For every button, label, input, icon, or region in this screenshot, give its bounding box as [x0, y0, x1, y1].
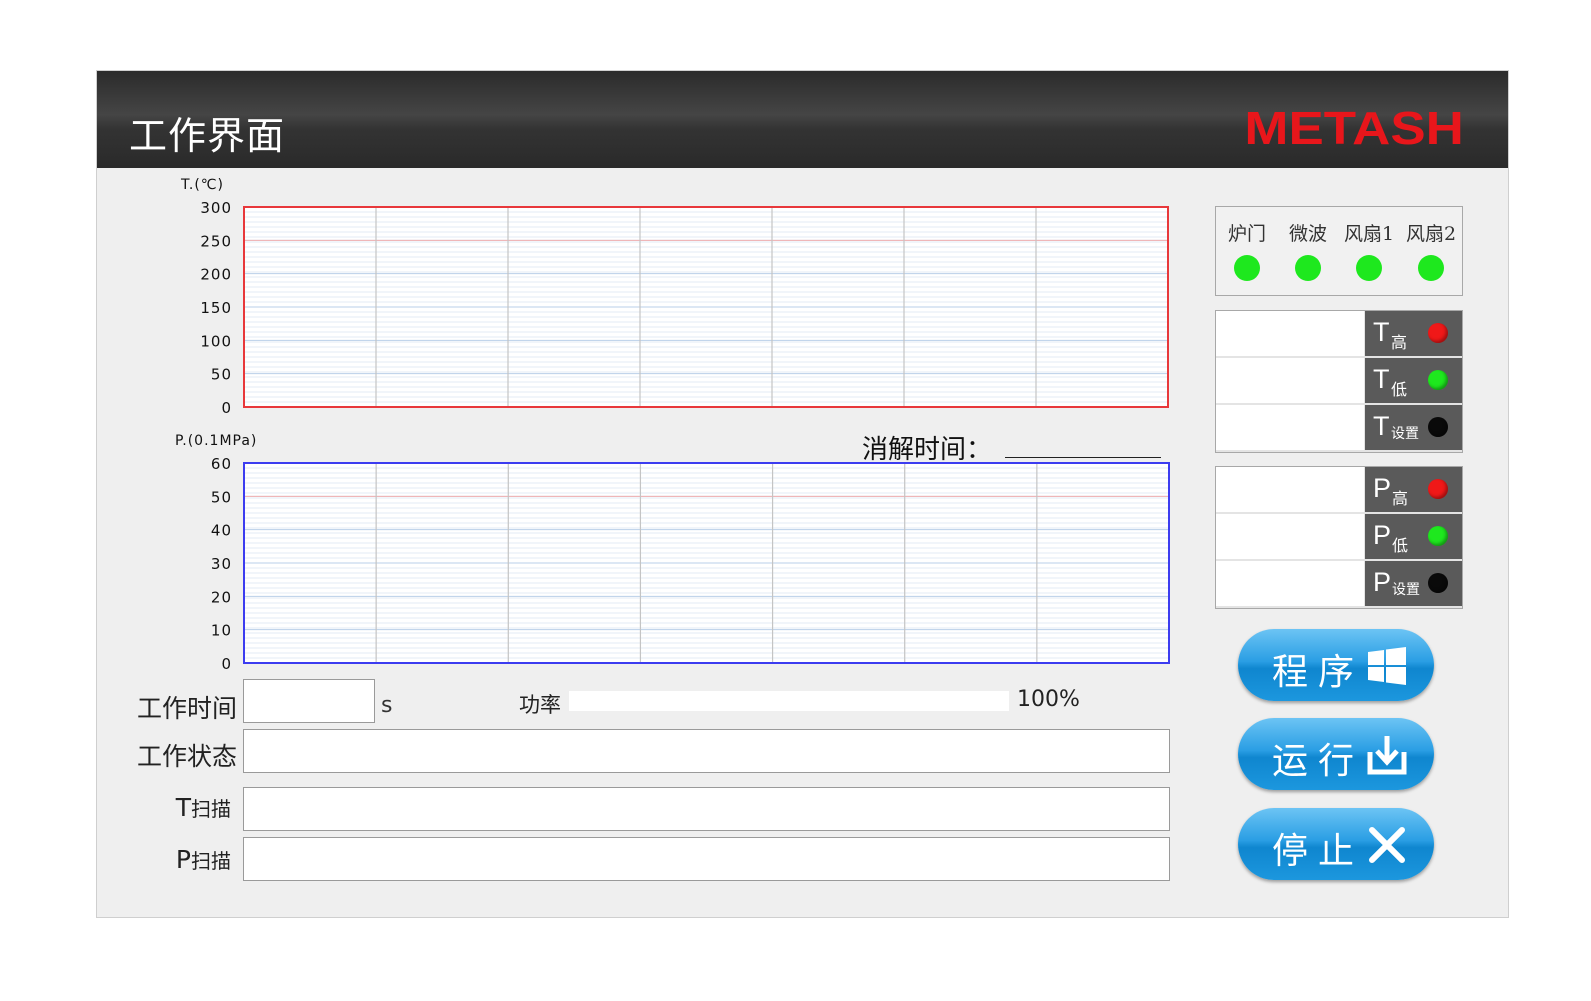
t-high-value[interactable]: [1216, 311, 1364, 356]
status-fan1-led-icon: [1356, 255, 1382, 281]
digest-time-label: 消解时间：: [862, 435, 993, 465]
status-indicator-panel: 炉门 微波 风扇1 风扇2: [1215, 206, 1463, 296]
t-high-tag: T 高: [1365, 311, 1462, 356]
p-high-value[interactable]: [1216, 467, 1364, 512]
work-panel: 工作界面 METASH 300 250 200 150 100 50 0 60 50 40 30 20…: [96, 70, 1509, 918]
t-high-sub: 高: [1391, 333, 1408, 352]
t-scan-label-main: T: [175, 793, 191, 822]
p-set-value[interactable]: [1216, 561, 1364, 606]
p-high-tag: P 高: [1365, 467, 1462, 512]
t-set-tag: T 设置: [1365, 405, 1462, 450]
temperature-tick-label: 300: [200, 199, 232, 217]
work-status-field: [243, 729, 1170, 773]
p-high-sub: 高: [1392, 489, 1409, 508]
program-button-label: 程序: [1272, 652, 1365, 693]
t-set-value[interactable]: [1216, 405, 1364, 450]
status-fan2-label: 风扇2: [1405, 223, 1457, 245]
status-microwave: 微波: [1277, 207, 1339, 295]
power-bar: [569, 691, 1009, 711]
param-row-p-set: P 设置: [1216, 561, 1462, 607]
t-low-led-icon: [1428, 370, 1448, 390]
status-door-led-icon: [1234, 255, 1260, 281]
p-low-value[interactable]: [1216, 514, 1364, 559]
p-scan-label-main: P: [175, 845, 191, 874]
windows-icon: [1368, 647, 1406, 685]
digest-time-value-line: [1005, 457, 1161, 458]
t-scan-label: T扫描: [137, 793, 231, 822]
t-low-tag: T 低: [1365, 358, 1462, 403]
p-set-led-icon: [1428, 573, 1448, 593]
status-microwave-label: 微波: [1288, 223, 1327, 245]
pressure-tick-label: 30: [211, 555, 232, 573]
temperature-tick-label: 200: [200, 266, 232, 284]
pressure-tick-label: 0: [221, 655, 232, 673]
temperature-tick-label: 100: [200, 332, 232, 350]
t-high-led-icon: [1428, 323, 1448, 343]
work-time-label: 工作时间: [137, 694, 238, 723]
status-door-label: 炉门: [1227, 223, 1266, 245]
temperature-axis-title: T.(℃): [181, 177, 224, 193]
work-time-unit: s: [381, 693, 393, 718]
temperature-tick-label: 150: [200, 299, 232, 317]
p-low-tag: P 低: [1365, 514, 1462, 559]
stop-button-label: 停止: [1272, 831, 1365, 872]
program-button[interactable]: 程序: [1238, 629, 1434, 701]
param-row-t-low: T 低: [1216, 358, 1462, 404]
pressure-axis-title: P.(0.1MPa): [175, 433, 258, 449]
t-low-sub: 低: [1391, 380, 1408, 399]
param-row-t-high: T 高: [1216, 311, 1462, 357]
run-button-label: 运行: [1272, 741, 1365, 782]
work-status-label: 工作状态: [137, 742, 238, 771]
t-scan-field: [243, 787, 1170, 831]
run-button[interactable]: 运行: [1238, 718, 1434, 790]
p-low-led-icon: [1428, 526, 1448, 546]
close-icon: [1369, 827, 1405, 863]
t-set-led-icon: [1428, 417, 1448, 437]
temperature-tick-label: 50: [211, 366, 232, 384]
status-door: 炉门: [1216, 207, 1278, 295]
pressure-tick-label: 60: [211, 455, 232, 473]
pressure-tick-label: 20: [211, 588, 232, 606]
pressure-tick-label: 10: [211, 622, 232, 640]
t-set-main: T: [1373, 411, 1390, 441]
download-icon: [1367, 736, 1407, 775]
status-fan1-label: 风扇1: [1343, 223, 1395, 245]
stop-button[interactable]: 停止: [1238, 808, 1434, 880]
p-high-main: P: [1373, 473, 1392, 503]
status-microwave-led-icon: [1295, 255, 1321, 281]
p-scan-label-sub: 扫描: [191, 849, 231, 873]
power-label: 功率: [519, 693, 561, 717]
status-fan2-led-icon: [1418, 255, 1444, 281]
t-set-sub: 设置: [1391, 426, 1419, 442]
status-fan2: 风扇2: [1400, 207, 1462, 295]
temperature-tick-label: 0: [221, 399, 232, 417]
t-high-main: T: [1373, 317, 1390, 347]
pressure-tick-label: 40: [211, 522, 232, 540]
pressure-param-group: P 高 P 低 P 设置: [1215, 466, 1463, 609]
param-row-p-high: P 高: [1216, 467, 1462, 513]
param-row-t-set: T 设置: [1216, 405, 1462, 451]
pressure-tick-label: 50: [211, 488, 232, 506]
p-set-sub: 设置: [1392, 582, 1420, 598]
p-low-sub: 低: [1392, 536, 1409, 555]
p-scan-field: [243, 837, 1170, 881]
t-low-value[interactable]: [1216, 358, 1364, 403]
p-low-main: P: [1373, 520, 1392, 550]
power-max-label: 100%: [1017, 687, 1080, 712]
t-low-main: T: [1373, 364, 1390, 394]
p-high-led-icon: [1428, 479, 1448, 499]
p-scan-label: P扫描: [137, 845, 231, 874]
p-set-main: P: [1373, 567, 1392, 597]
status-fan1: 风扇1: [1338, 207, 1400, 295]
work-time-input[interactable]: [243, 679, 375, 723]
p-set-tag: P 设置: [1365, 561, 1462, 606]
temperature-param-group: T 高 T 低 T 设置: [1215, 310, 1463, 453]
temperature-tick-label: 250: [200, 232, 232, 250]
param-row-p-low: P 低: [1216, 514, 1462, 560]
t-scan-label-sub: 扫描: [191, 797, 231, 821]
